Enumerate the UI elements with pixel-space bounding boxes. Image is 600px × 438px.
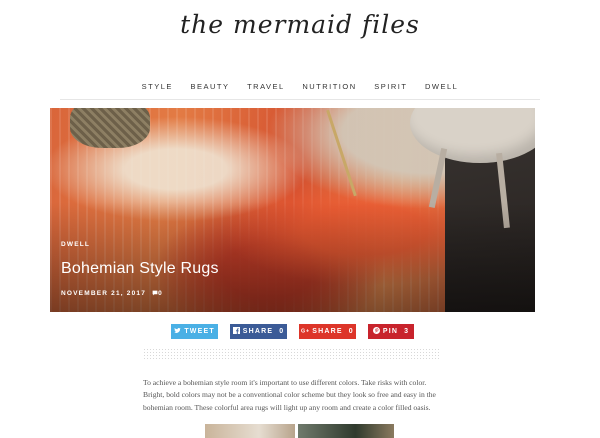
comment-count: 0 <box>158 290 163 297</box>
dotted-divider <box>143 348 440 361</box>
hero-image-stand <box>326 109 357 197</box>
facebook-share-count: 0 <box>279 328 285 335</box>
post-meta: NOVEMBER 21, 2017 0 <box>61 290 163 297</box>
googleplus-share-label: SHARE <box>312 328 343 335</box>
hero-image-chair <box>410 108 535 163</box>
pinterest-pin-count: 3 <box>404 328 410 335</box>
facebook-share-label: SHARE <box>242 328 274 335</box>
nav-item-dwell[interactable]: DWELL <box>425 82 458 91</box>
nav-item-spirit[interactable]: SPIRIT <box>374 82 407 91</box>
nav-item-style[interactable]: STYLE <box>142 82 173 91</box>
svg-text:G+: G+ <box>301 329 309 335</box>
post-date: NOVEMBER 21, 2017 <box>61 290 147 297</box>
facebook-share-button[interactable]: SHARE 0 <box>230 324 287 339</box>
nav-item-beauty[interactable]: BEAUTY <box>190 82 229 91</box>
googleplus-share-button[interactable]: G+ SHARE 0 <box>299 324 356 339</box>
hero-image-basket <box>70 108 150 148</box>
article-image[interactable] <box>205 424 295 438</box>
post-category[interactable]: DWELL <box>61 241 90 248</box>
nav-item-travel[interactable]: TRAVEL <box>247 82 285 91</box>
googleplus-share-count: 0 <box>348 328 354 335</box>
twitter-icon <box>174 327 181 333</box>
nav-divider <box>60 99 540 100</box>
comments-link[interactable]: 0 <box>152 290 163 297</box>
tweet-label: TWEET <box>184 328 215 335</box>
pinterest-icon <box>372 327 380 334</box>
pinterest-pin-button[interactable]: PIN 3 <box>368 324 414 339</box>
pinterest-pin-label: PIN <box>382 328 399 335</box>
article-intro: To achieve a bohemian style room it's im… <box>143 378 436 412</box>
hero-post-card[interactable]: DWELL Bohemian Style Rugs NOVEMBER 21, 2… <box>50 108 535 312</box>
post-title[interactable]: Bohemian Style Rugs <box>61 260 219 278</box>
main-nav: STYLE BEAUTY TRAVEL NUTRITION SPIRIT DWE… <box>0 82 600 91</box>
nav-item-nutrition[interactable]: NUTRITION <box>302 82 356 91</box>
article-image[interactable] <box>298 424 394 438</box>
tweet-button[interactable]: TWEET <box>171 324 218 339</box>
site-title[interactable]: the mermaid files <box>0 10 600 39</box>
google-plus-icon: G+ <box>301 329 309 335</box>
facebook-icon <box>232 327 240 334</box>
